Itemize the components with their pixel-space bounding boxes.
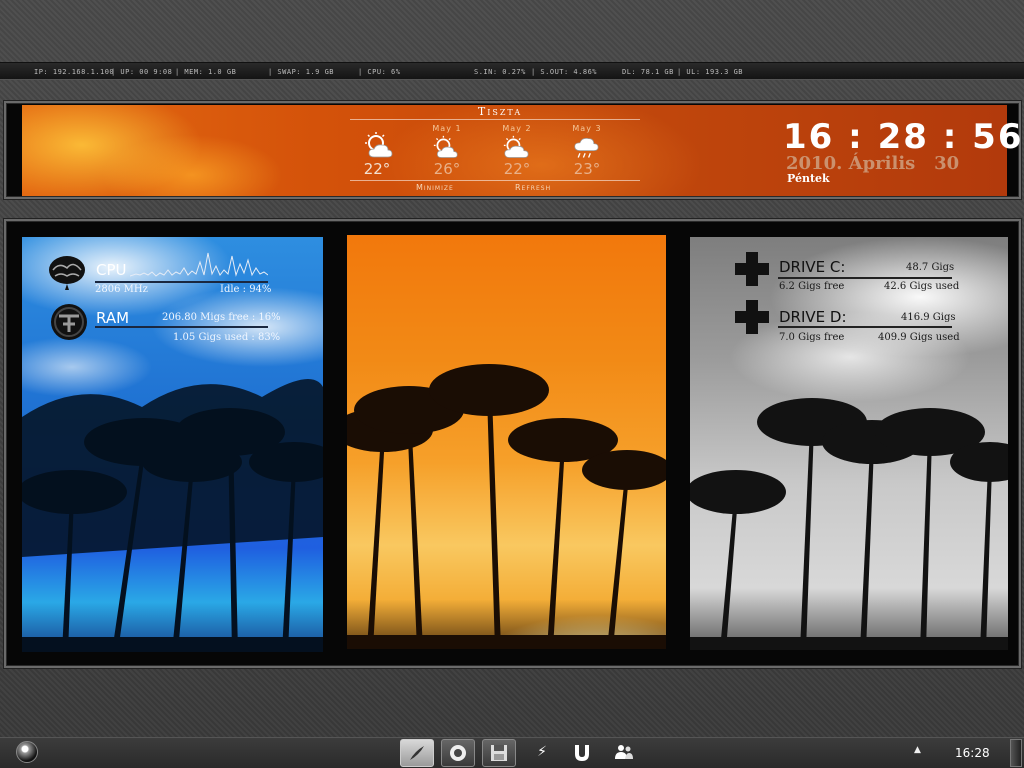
weather-minimize-button[interactable]: Minimize [416,183,454,192]
rain-cloud-icon [574,137,599,158]
taskbar-clock[interactable]: 16:28 [955,746,990,760]
palm-silhouette-image [22,379,323,652]
ram-free: 206.80 Migs free : 16% [162,312,281,323]
partly-cloudy-sun-icon [433,135,458,158]
forecast-day-1-label: May 1 [432,124,462,133]
partly-cloudy-sun-icon [503,135,529,158]
stat-upload: | UL: 193.3 GB [677,68,744,76]
media-player-icon [450,745,466,761]
system-stats-bar: IP: 192.168.1.100 | UP: 00 9:08 | MEM: 1… [0,62,1024,80]
partly-cloudy-sun-icon [365,132,393,158]
drive-c-used: 42.6 Gigs used [884,281,960,292]
stat-speed-in: S.IN: 0.27% [474,68,526,76]
forecast-day-2-label: May 2 [502,124,532,133]
ram-chip-icon [51,304,87,340]
drive-d-cross-icon [735,300,769,334]
drive-c-divider [778,277,952,279]
forecast-day-1-temp: 26° [433,160,461,178]
cpu-divider [95,281,268,283]
photo-panel-sunset [347,235,666,649]
forecast-today-temp: 22° [363,160,391,178]
forecast-day-3-temp: 23° [573,160,601,178]
clock-weekday: Péntek [787,172,830,185]
cpu-idle: Idle : 94% [220,284,272,295]
cpu-brain-icon [49,256,85,290]
floppy-save-icon [491,745,507,761]
clock-time: 16 : 28 : 56 [783,117,1024,157]
weather-refresh-button[interactable]: Refresh [515,183,551,192]
weather-divider-bottom [350,180,640,181]
taskbar-feather-app-button[interactable] [400,739,434,767]
start-button[interactable] [16,741,38,763]
drive-c-free: 6.2 Gigs free [779,281,845,292]
drive-d-title: DRIVE D: [779,308,847,326]
stat-speed-out: | S.OUT: 4.86% [531,68,598,76]
palm-silhouette-image [347,364,666,649]
weather-divider-top [350,119,640,120]
stat-swap: | SWAP: 1.9 GB [268,68,335,76]
drive-d-free: 7.0 Gigs free [779,332,845,343]
utorrent-icon[interactable] [573,743,591,761]
cpu-frequency: 2806 MHz [95,284,148,295]
weather-condition: Tiszta [477,105,523,118]
drive-c-cross-icon [735,252,769,286]
users-icon[interactable] [614,743,634,761]
stat-ip: IP: 192.168.1.100 [34,68,115,76]
ram-title: RAM [96,309,130,327]
taskbar-save-button[interactable] [482,739,516,767]
show-hidden-icons-button[interactable]: ▲ [914,745,921,755]
stat-uptime: | UP: 00 9:08 [111,68,173,76]
feather-app-icon [410,746,424,760]
lightning-icon[interactable]: ⚡ [530,740,554,764]
drive-d-divider [778,326,952,328]
cpu-usage-graph [130,252,268,277]
drive-d-used: 409.9 Gigs used [878,332,960,343]
forecast-day-2-temp: 22° [503,160,531,178]
ram-divider [95,326,268,328]
clock-date: 2010. Április 30 [786,153,960,174]
show-desktop-button[interactable] [1010,739,1022,767]
ram-used: 1.05 Gigs used : 83% [173,332,281,343]
photo-panel-blue [22,237,323,652]
drive-d-total: 416.9 Gigs [901,312,956,323]
drive-c-total: 48.7 Gigs [906,262,955,273]
taskbar-media-player-button[interactable] [441,739,475,767]
stat-cpu: | CPU: 6% [358,68,401,76]
stat-mem: | MEM: 1.0 GB [175,68,237,76]
cpu-title: CPU [96,261,127,279]
drive-c-title: DRIVE C: [779,258,846,276]
forecast-day-3-label: May 3 [572,124,602,133]
stat-download: DL: 78.1 GB [622,68,674,76]
